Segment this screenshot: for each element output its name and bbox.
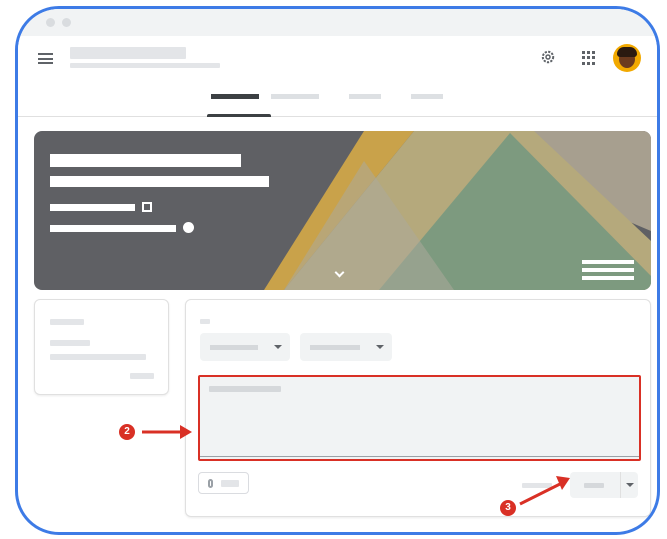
chevron-down-icon <box>274 345 282 349</box>
banner-lines-icon <box>582 260 634 280</box>
meet-link[interactable] <box>50 225 176 232</box>
fullscreen-icon[interactable] <box>142 202 152 212</box>
annotation-arrow-icon <box>519 476 570 506</box>
paperclip-icon <box>208 479 213 488</box>
apps-grid-icon[interactable] <box>582 51 596 65</box>
active-tab-indicator <box>207 114 271 117</box>
upcoming-title <box>50 319 84 325</box>
annotation-badge: 3 <box>500 500 516 516</box>
class-tabs <box>18 81 657 117</box>
class-name <box>50 154 241 167</box>
app-header <box>18 36 657 81</box>
chevron-down-icon <box>376 345 384 349</box>
attach-label <box>221 480 239 487</box>
meet-icon[interactable] <box>183 222 194 233</box>
upcoming-body-line <box>50 354 146 360</box>
class-section <box>50 176 269 187</box>
add-attachment-button[interactable] <box>198 472 249 494</box>
upcoming-card <box>34 299 169 395</box>
tab-people[interactable] <box>349 94 381 99</box>
class-banner <box>34 131 651 290</box>
page-title <box>70 47 186 59</box>
class-select-value <box>210 345 258 350</box>
class-code <box>50 204 135 211</box>
annotation-badge: 2 <box>119 424 135 440</box>
textarea-underline <box>200 456 639 457</box>
menu-icon[interactable] <box>38 53 53 64</box>
students-select-value <box>310 345 360 350</box>
gear-icon[interactable] <box>540 49 556 65</box>
tab-grades[interactable] <box>411 94 443 99</box>
window-dot[interactable] <box>46 18 55 27</box>
class-select[interactable] <box>200 333 290 361</box>
post-label <box>584 483 604 488</box>
annotation-arrow-icon <box>142 425 192 439</box>
post-button[interactable] <box>570 472 638 498</box>
window-dot[interactable] <box>62 18 71 27</box>
browser-frame <box>15 6 660 535</box>
window-titlebar <box>18 9 657 36</box>
announcement-composer <box>185 299 651 517</box>
tab-classwork[interactable] <box>271 94 319 99</box>
post-button-divider <box>620 472 621 498</box>
tab-stream[interactable] <box>211 94 259 99</box>
chevron-down-icon[interactable] <box>626 483 634 487</box>
upcoming-body <box>50 340 90 346</box>
for-label <box>200 319 210 324</box>
view-all-link[interactable] <box>130 373 154 379</box>
page-subtitle <box>70 63 220 68</box>
announcement-placeholder <box>209 386 281 392</box>
announcement-textarea[interactable] <box>198 375 641 461</box>
students-select[interactable] <box>300 333 392 361</box>
avatar[interactable] <box>613 44 641 72</box>
